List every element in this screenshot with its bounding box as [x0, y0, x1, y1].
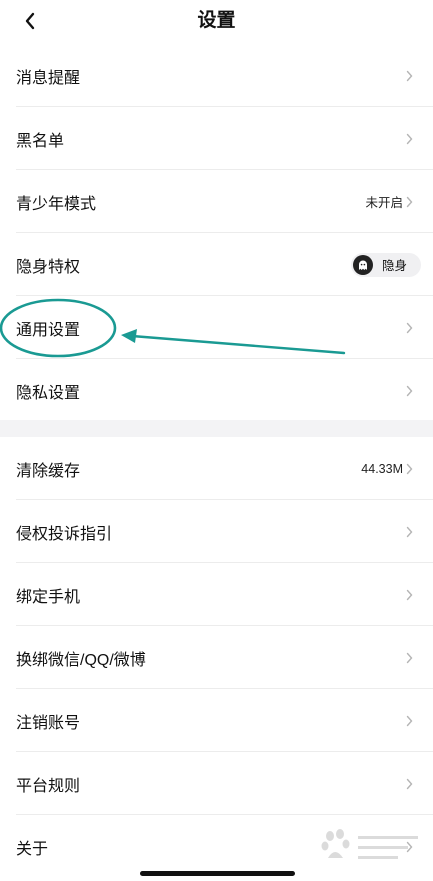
nav-bar: 设置 — [0, 0, 433, 45]
chevron-right-icon — [406, 322, 413, 333]
row-label: 注销账号 — [16, 714, 81, 732]
settings-row-clear-cache[interactable]: 清除缓存 44.33M — [0, 437, 433, 500]
ghost-icon — [352, 254, 373, 275]
row-label: 隐身特权 — [16, 258, 81, 276]
settings-row-blacklist[interactable]: 黑名单 — [0, 107, 433, 170]
row-label: 清除缓存 — [16, 462, 81, 480]
row-label: 通用设置 — [16, 321, 81, 339]
chevron-right-icon — [406, 70, 413, 81]
cache-size: 44.33M — [361, 461, 403, 476]
chevron-right-icon — [406, 652, 413, 663]
chevron-right-icon — [406, 526, 413, 537]
settings-row-privacy[interactable]: 隐私设置 — [0, 359, 433, 422]
chevron-right-icon — [406, 589, 413, 600]
section-divider — [0, 420, 433, 437]
page-title: 设置 — [197, 10, 236, 31]
settings-row-about[interactable]: 关于 — [0, 815, 433, 878]
row-label: 绑定手机 — [16, 588, 81, 606]
chevron-right-icon — [406, 778, 413, 789]
row-label: 青少年模式 — [16, 195, 97, 213]
row-label: 侵权投诉指引 — [16, 525, 113, 543]
settings-row-teen-mode[interactable]: 青少年模式 未开启 — [0, 170, 433, 233]
row-label: 换绑微信/QQ/微博 — [16, 651, 146, 669]
settings-row-notifications[interactable]: 消息提醒 — [0, 44, 433, 107]
row-label: 平台规则 — [16, 777, 81, 795]
settings-row-bind-phone[interactable]: 绑定手机 — [0, 563, 433, 626]
settings-row-platform-rules[interactable]: 平台规则 — [0, 752, 433, 815]
settings-row-general[interactable]: 通用设置 — [0, 296, 433, 359]
settings-row-invisible[interactable]: 隐身特权 隐身 — [0, 233, 433, 296]
chevron-right-icon — [406, 463, 413, 474]
home-indicator — [140, 871, 295, 876]
settings-row-rebind-social[interactable]: 换绑微信/QQ/微博 — [0, 626, 433, 689]
settings-row-infringement[interactable]: 侵权投诉指引 — [0, 500, 433, 563]
row-label: 黑名单 — [16, 132, 65, 150]
chevron-right-icon — [406, 385, 413, 396]
chevron-right-icon — [406, 715, 413, 726]
settings-row-delete-account[interactable]: 注销账号 — [0, 689, 433, 752]
chevron-right-icon — [406, 196, 413, 207]
invisible-toggle-label: 隐身 — [381, 259, 407, 273]
row-label: 隐私设置 — [16, 384, 81, 402]
chevron-right-icon — [406, 133, 413, 144]
chevron-right-icon — [406, 841, 413, 852]
invisible-toggle[interactable]: 隐身 — [350, 252, 421, 277]
row-label: 关于 — [16, 840, 49, 858]
teen-mode-status: 未开启 — [365, 196, 403, 210]
row-label: 消息提醒 — [16, 69, 81, 87]
